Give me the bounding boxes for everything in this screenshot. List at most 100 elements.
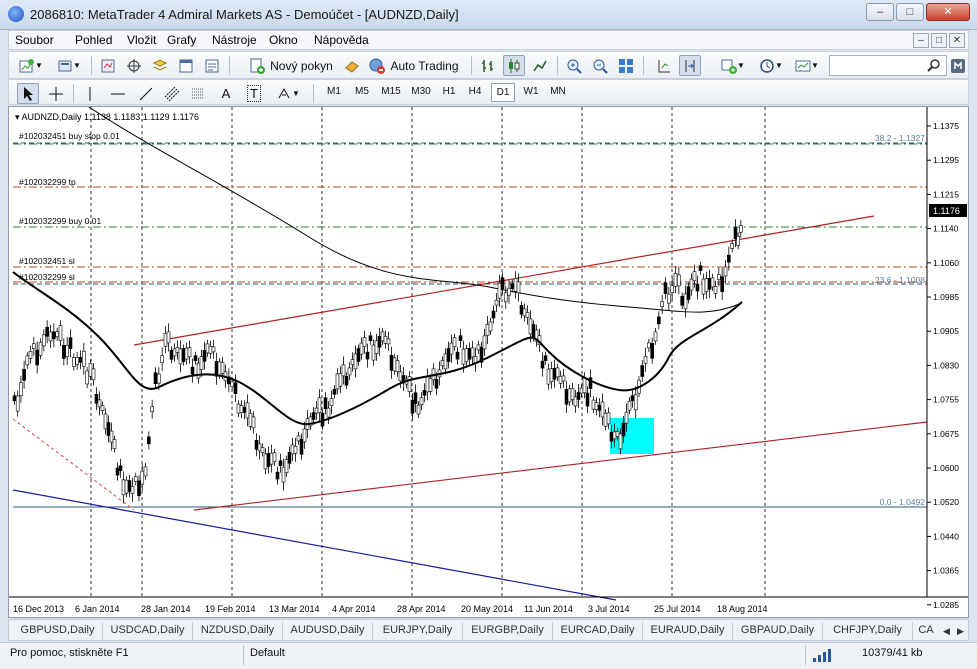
chart-shift-button[interactable]: [653, 55, 675, 76]
mdi-close-button[interactable]: ✕: [949, 33, 965, 48]
mdi-restore-button[interactable]: □: [931, 33, 947, 48]
horizontal-line-button[interactable]: [107, 83, 129, 104]
dashed-trendline[interactable]: [12, 418, 135, 511]
candle-body: [175, 347, 180, 353]
menu-pohled[interactable]: Pohled: [75, 33, 112, 47]
timeframe-d1[interactable]: D1: [491, 83, 515, 102]
arrows-icon: [276, 86, 292, 102]
candle-body: [25, 355, 30, 366]
maximize-button[interactable]: □: [896, 3, 924, 21]
tab-eurjpy[interactable]: EURJPY,Daily: [373, 622, 463, 640]
timeframe-h4[interactable]: H4: [463, 83, 487, 102]
fibo-levels: [13, 142, 927, 285]
menu-grafy[interactable]: Grafy: [167, 33, 196, 47]
community-button[interactable]: [949, 55, 967, 76]
text-tool-button[interactable]: A: [215, 83, 237, 104]
timeframe-w1[interactable]: W1: [519, 83, 543, 102]
tab-ca[interactable]: CA: [913, 622, 939, 640]
price-tick-label: 1.0985: [933, 292, 959, 302]
tile-windows-button[interactable]: [615, 55, 637, 76]
vertical-line-button[interactable]: [79, 83, 101, 104]
timeframe-m1[interactable]: M1: [321, 83, 347, 102]
candle-body: [338, 372, 343, 387]
close-button[interactable]: ✕: [926, 3, 970, 21]
candle-body: [449, 342, 454, 355]
candle-body: [413, 392, 418, 405]
candle-body: [549, 368, 554, 383]
metaeditor-button[interactable]: [341, 55, 363, 76]
candle-body: [45, 326, 49, 337]
arrows-button[interactable]: ▼: [271, 83, 305, 104]
tab-euraud[interactable]: EURAUD,Daily: [643, 622, 733, 640]
data-window-button[interactable]: [149, 55, 171, 76]
periods-button[interactable]: ▼: [755, 55, 787, 76]
menu-soubor[interactable]: Soubor: [15, 33, 54, 47]
zoom-in-button[interactable]: [563, 55, 585, 76]
timeframe-m5[interactable]: M5: [349, 83, 375, 102]
navigator-button[interactable]: [123, 55, 145, 76]
timeframe-m15[interactable]: M15: [377, 83, 405, 102]
templates-icon: [795, 58, 811, 74]
autoscroll-button[interactable]: [679, 55, 701, 76]
indicators-button[interactable]: ▼: [717, 55, 749, 76]
candle-chart-button[interactable]: [503, 55, 525, 76]
candle-body: [350, 359, 355, 365]
tab-nzdusd[interactable]: NZDUSD,Daily: [193, 622, 283, 640]
fibonacci-button[interactable]: [187, 83, 209, 104]
tab-next-arrow[interactable]: ▶: [954, 623, 967, 639]
cursor-tool-button[interactable]: [17, 83, 39, 104]
search-icon: [927, 58, 943, 74]
candle-body: [377, 336, 382, 348]
search-input[interactable]: [829, 55, 947, 76]
timeframe-mn[interactable]: MN: [545, 83, 571, 102]
tab-chfjpy[interactable]: CHFJPY,Daily: [823, 622, 913, 640]
profiles-button[interactable]: ▼: [53, 55, 85, 76]
menu-napoveda[interactable]: Nápověda: [314, 33, 369, 47]
tab-audusd[interactable]: AUDUSD,Daily: [283, 622, 373, 640]
new-order-icon: [249, 58, 266, 74]
menu-vlozit[interactable]: Vložit: [127, 33, 156, 47]
price-chart[interactable]: 1.1375 1.1295 1.1215 1.1140 1.1060 1.0985 1.09…: [9, 107, 968, 617]
templates-button[interactable]: ▼: [791, 55, 823, 76]
new-order-button[interactable]: Nový pokyn: [245, 55, 337, 76]
candle-body: [263, 453, 268, 470]
fibo-label-0: 0.0 - 1.0492: [880, 497, 926, 507]
text-label-button[interactable]: T: [243, 83, 265, 104]
candle-body: [362, 337, 367, 347]
candle-body: [507, 287, 511, 296]
tab-usdcad[interactable]: USDCAD,Daily: [103, 622, 193, 640]
chart-window[interactable]: 1.1375 1.1295 1.1215 1.1140 1.1060 1.0985 1.09…: [8, 106, 969, 618]
market-watch-button[interactable]: [97, 55, 119, 76]
horizontal-line-icon: [110, 86, 126, 102]
candle-body: [695, 283, 700, 292]
candle-body: [314, 407, 319, 414]
candle-body: [707, 278, 712, 290]
tab-prev-arrow[interactable]: ◀: [940, 623, 953, 639]
toolbar-separator: [73, 84, 74, 103]
zoom-out-button[interactable]: [589, 55, 611, 76]
tab-eurgbp[interactable]: EURGBP,Daily: [463, 622, 553, 640]
candle-body: [91, 368, 96, 381]
menu-okno[interactable]: Okno: [269, 33, 298, 47]
terminal-button[interactable]: [175, 55, 197, 76]
new-chart-button[interactable]: ▼: [15, 55, 47, 76]
order-label-tp: #102032299 tp: [19, 177, 76, 187]
mdi-minimize-button[interactable]: –: [913, 33, 929, 48]
tab-eurcad[interactable]: EURCAD,Daily: [553, 622, 643, 640]
equidistant-channel-button[interactable]: [161, 83, 183, 104]
menu-nastroje[interactable]: Nástroje: [212, 33, 257, 47]
timeframe-m30[interactable]: M30: [407, 83, 435, 102]
bar-chart-button[interactable]: [477, 55, 499, 76]
trendline-button[interactable]: [135, 83, 157, 104]
candle-body: [618, 433, 623, 450]
candle-body: [332, 388, 337, 395]
strategy-tester-button[interactable]: [201, 55, 223, 76]
slow-moving-average: [88, 107, 743, 313]
crosshair-tool-button[interactable]: [45, 83, 67, 104]
tab-gbpusd[interactable]: GBPUSD,Daily: [13, 622, 103, 640]
tab-gbpaud[interactable]: GBPAUD,Daily: [733, 622, 823, 640]
line-chart-button[interactable]: [529, 55, 551, 76]
auto-trading-button[interactable]: Auto Trading: [365, 55, 463, 76]
minimize-button[interactable]: –: [866, 3, 894, 21]
timeframe-h1[interactable]: H1: [437, 83, 461, 102]
